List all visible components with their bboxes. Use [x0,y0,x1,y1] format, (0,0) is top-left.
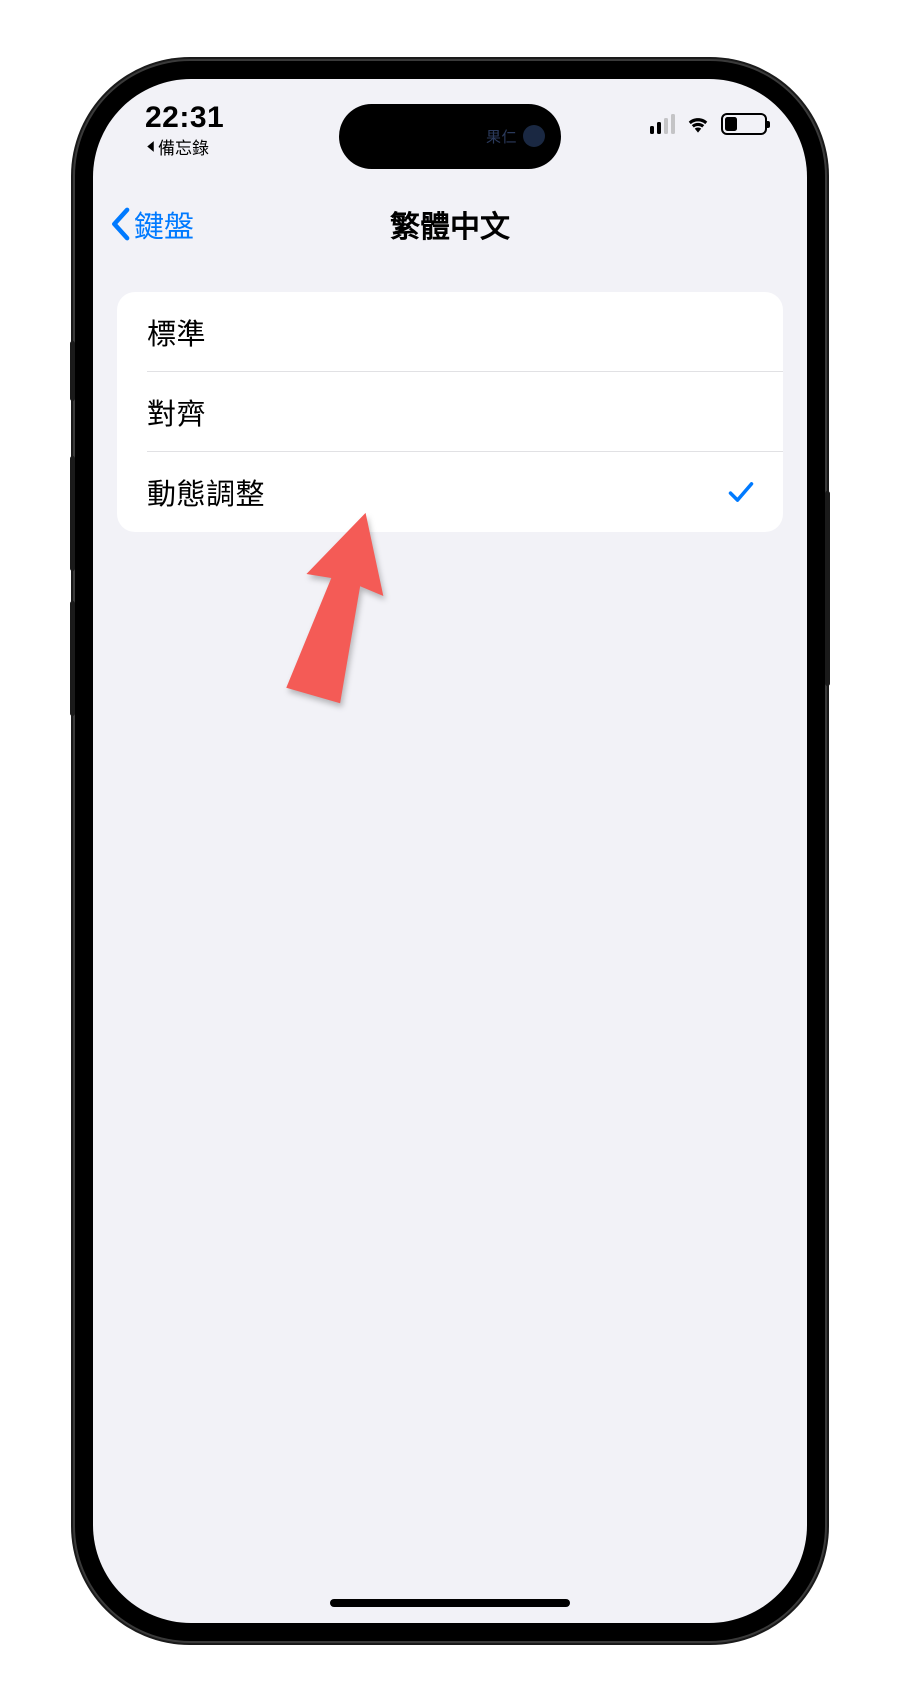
option-label: 動態調整 [147,471,265,513]
content-area: 標準 對齊 動態調整 [93,264,807,532]
annotation-arrow-icon [283,509,393,709]
status-breadcrumb[interactable]: 備忘錄 [145,134,209,159]
breadcrumb-app-label: 備忘錄 [158,134,209,159]
page-title: 繁體中文 [93,202,807,246]
option-dynamic[interactable]: 動態調整 [117,452,783,532]
option-label: 對齊 [147,391,206,433]
options-list: 標準 對齊 動態調整 [117,292,783,532]
battery-icon [721,113,767,135]
home-indicator[interactable] [330,1599,570,1607]
option-label: 標準 [147,311,206,353]
wifi-icon [684,114,712,134]
side-button-volume-down [70,601,75,716]
navigation-bar: 鍵盤 繁體中文 [93,184,807,264]
cellular-signal-icon [650,114,676,134]
option-justified[interactable]: 對齊 [117,372,783,452]
option-standard[interactable]: 標準 [117,292,783,372]
back-button[interactable]: 鍵盤 [109,202,194,246]
status-time: 22:31 [145,101,224,135]
phone-frame: 果仁 22:31 備忘錄 [75,61,825,1641]
checkmark-icon [727,478,755,506]
back-button-label: 鍵盤 [134,202,194,246]
side-button-power [825,491,830,686]
breadcrumb-back-icon [145,140,156,153]
island-text: 果仁 [486,126,517,147]
chevron-left-icon [109,207,131,241]
side-button-silence [70,341,75,401]
side-button-volume-up [70,456,75,571]
island-avatar-icon [523,125,545,147]
dynamic-island: 果仁 [339,104,561,169]
screen: 果仁 22:31 備忘錄 [93,79,807,1623]
